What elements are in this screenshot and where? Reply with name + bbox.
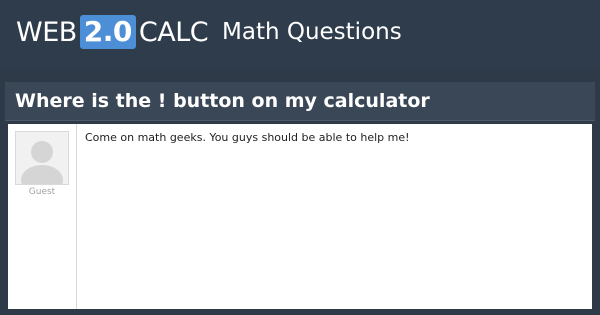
author-name: Guest xyxy=(28,187,56,197)
logo-version-badge: 2.0 xyxy=(79,15,136,49)
avatar xyxy=(15,131,69,185)
user-silhouette-icon xyxy=(16,132,68,184)
site-logo[interactable]: WEB 2.0 CALC xyxy=(16,14,209,50)
author-column: Guest xyxy=(8,124,77,309)
site-header: WEB 2.0 CALC Math Questions xyxy=(0,0,600,68)
question-title: Where is the ! button on my calculator xyxy=(15,90,430,112)
question-post: Guest Come on math geeks. You guys shoul… xyxy=(8,124,592,309)
question-title-bar: Where is the ! button on my calculator xyxy=(5,82,595,121)
question-body: Come on math geeks. You guys should be a… xyxy=(85,131,410,144)
section-title[interactable]: Math Questions xyxy=(222,16,402,48)
logo-web-text: WEB xyxy=(16,16,77,48)
logo-calc-text: CALC xyxy=(138,16,209,48)
